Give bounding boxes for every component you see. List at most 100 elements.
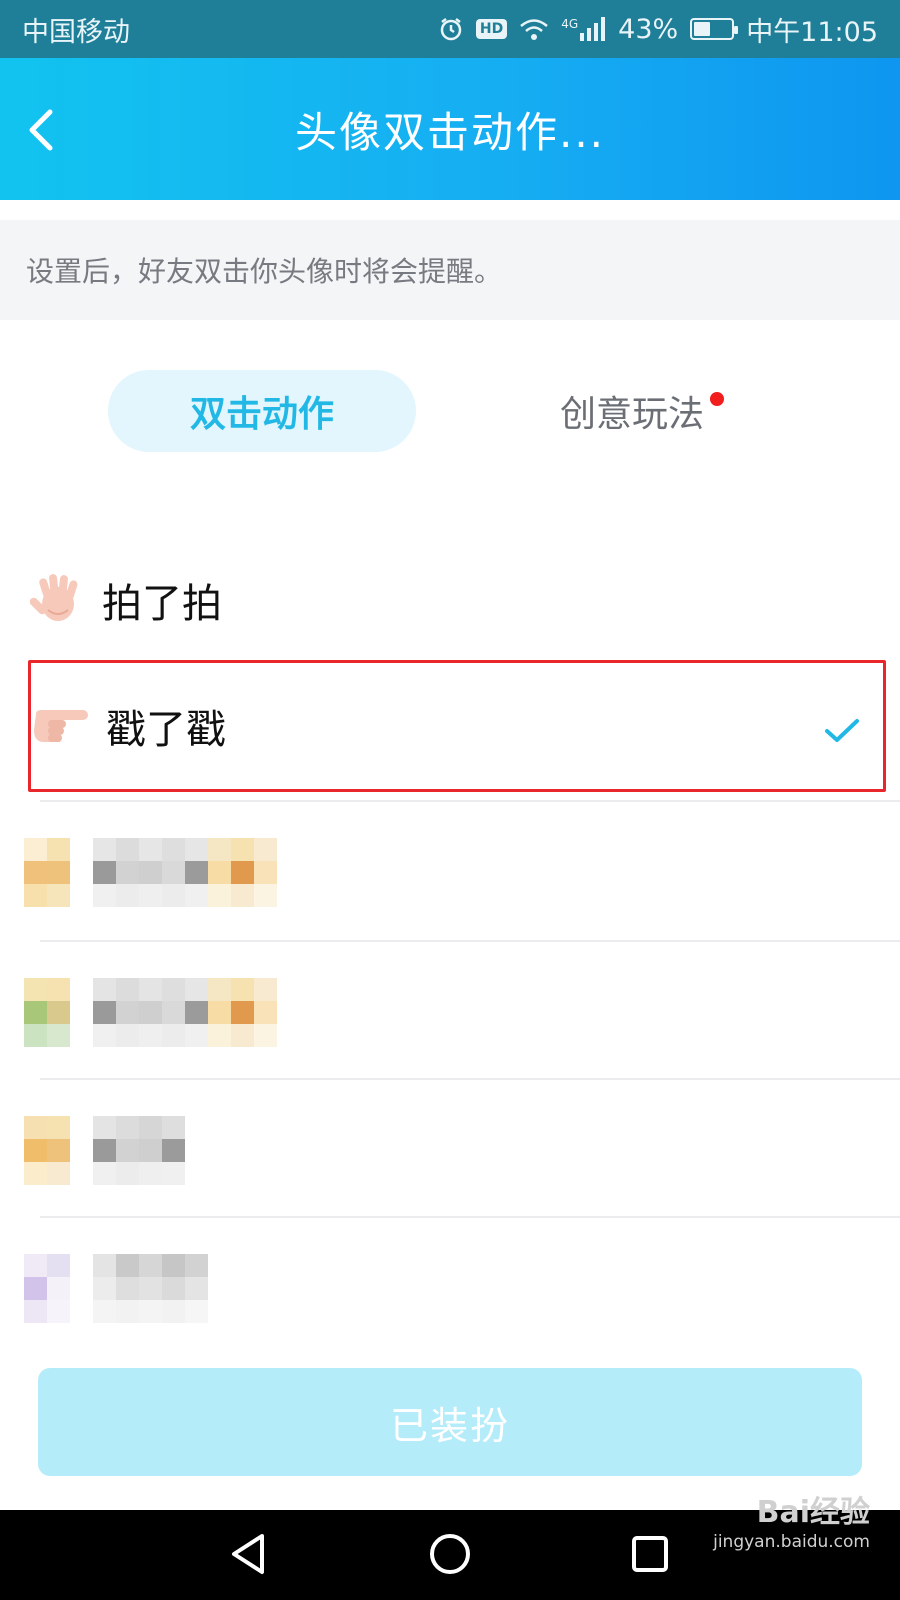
mosaic-cell (254, 838, 277, 861)
mosaic-cell (162, 1116, 185, 1139)
mosaic-cell (116, 1162, 139, 1185)
mosaic-cell (208, 838, 231, 861)
title-bar: 头像双击动作... (0, 58, 900, 200)
mosaic-cell (139, 1139, 162, 1162)
mosaic-cell (47, 1162, 70, 1185)
mosaic-cell (208, 978, 231, 1001)
tab-label: 双击动作 (189, 394, 334, 435)
mosaic-cell (231, 884, 254, 907)
home-nav-button[interactable] (428, 1532, 472, 1580)
mosaic-cell (24, 884, 47, 907)
mosaic-cell (47, 861, 70, 884)
mosaic-cell (185, 978, 208, 1001)
mosaic-cell (185, 884, 208, 907)
pixelated-option[interactable] (24, 838, 884, 948)
mosaic-cell (24, 1277, 47, 1300)
option-label: 戳了戳 (106, 707, 226, 753)
page-title: 头像双击动作... (294, 107, 606, 157)
mosaic-cell (254, 1001, 277, 1024)
mosaic-cell (93, 1024, 116, 1047)
mosaic-cell (93, 1254, 116, 1277)
divider (40, 800, 900, 802)
mosaic-cell (162, 884, 185, 907)
mosaic-cell (47, 1116, 70, 1139)
recents-nav-button[interactable] (630, 1532, 670, 1580)
mosaic-cell (47, 978, 70, 1001)
hint-panel: 设置后，好友双击你头像时将会提醒。 (0, 220, 900, 320)
mosaic-cell (162, 1162, 185, 1185)
pointing-hand-icon (30, 700, 90, 752)
pixelated-option[interactable] (24, 1116, 884, 1226)
chevron-left-icon (29, 109, 53, 151)
mosaic-cell (116, 1254, 139, 1277)
mosaic-cell (139, 1300, 162, 1323)
mosaic-cell (93, 838, 116, 861)
mosaic-cell (162, 1024, 185, 1047)
mosaic-cell (254, 861, 277, 884)
mosaic-cell (116, 884, 139, 907)
mosaic-cell (139, 838, 162, 861)
mosaic-cell (162, 838, 185, 861)
status-bar: 中国移动 HD 4G 43% 中午11:05 (0, 0, 900, 58)
mosaic-cell (162, 861, 185, 884)
back-button[interactable] (22, 108, 62, 152)
mosaic-cell (208, 1024, 231, 1047)
pixelated-option[interactable] (24, 978, 884, 1088)
mosaic-cell (116, 1024, 139, 1047)
mosaic-cell (116, 978, 139, 1001)
mosaic-cell (139, 1277, 162, 1300)
hint-text: 设置后，好友双击你头像时将会提醒。 (26, 255, 503, 288)
checkmark-icon (824, 718, 860, 748)
pixelated-option[interactable] (24, 1254, 884, 1364)
mosaic-cell (116, 1116, 139, 1139)
mosaic-cell (139, 1024, 162, 1047)
mosaic-cell (231, 861, 254, 884)
mosaic-cell (93, 978, 116, 1001)
mosaic-cell (93, 861, 116, 884)
mosaic-cell (47, 838, 70, 861)
mosaic-cell (93, 1139, 116, 1162)
mosaic-cell (47, 1139, 70, 1162)
tab-creative-play[interactable]: 创意玩法 (560, 370, 725, 452)
clock: 中午11:05 (746, 16, 878, 48)
mosaic-cell (208, 1001, 231, 1024)
mosaic-cell (47, 1277, 70, 1300)
mosaic-cell (116, 838, 139, 861)
mosaic-cell (208, 861, 231, 884)
mosaic-cell (24, 1254, 47, 1277)
mosaic-cell (231, 1001, 254, 1024)
option-pat[interactable]: 拍了拍 (29, 536, 886, 664)
battery-icon (690, 18, 739, 40)
mosaic-cell (139, 1116, 162, 1139)
mosaic-cell (93, 1116, 116, 1139)
battery-level (694, 22, 710, 36)
watermark-url: jingyan.baidu.com (713, 1532, 870, 1552)
back-nav-button[interactable] (228, 1532, 268, 1580)
mosaic-cell (116, 1001, 139, 1024)
battery-percent: 43% (618, 13, 679, 45)
square-recents-icon (632, 1536, 668, 1572)
mosaic-cell (231, 838, 254, 861)
mosaic-cell (24, 861, 47, 884)
mosaic-cell (116, 1300, 139, 1323)
mosaic-cell (162, 1139, 185, 1162)
applied-button[interactable]: 已装扮 (38, 1368, 862, 1476)
circle-home-icon (430, 1534, 470, 1574)
tab-double-tap-action[interactable]: 双击动作 (108, 370, 416, 452)
mosaic-cell (185, 1300, 208, 1323)
button-label: 已装扮 (389, 1403, 510, 1448)
mosaic-cell (47, 1254, 70, 1277)
mosaic-cell (24, 1116, 47, 1139)
option-poke[interactable]: 戳了戳 (30, 662, 886, 790)
waving-hand-icon (29, 570, 86, 630)
mosaic-cell (93, 1001, 116, 1024)
mosaic-cell (185, 1001, 208, 1024)
mosaic-cell (24, 1162, 47, 1185)
mosaic-cell (93, 884, 116, 907)
triangle-back-icon (232, 1534, 264, 1574)
mosaic-cell (47, 1300, 70, 1323)
mosaic-cell (162, 1254, 185, 1277)
new-badge-dot (710, 392, 725, 406)
mosaic-cell (162, 1001, 185, 1024)
mosaic-cell (24, 1139, 47, 1162)
